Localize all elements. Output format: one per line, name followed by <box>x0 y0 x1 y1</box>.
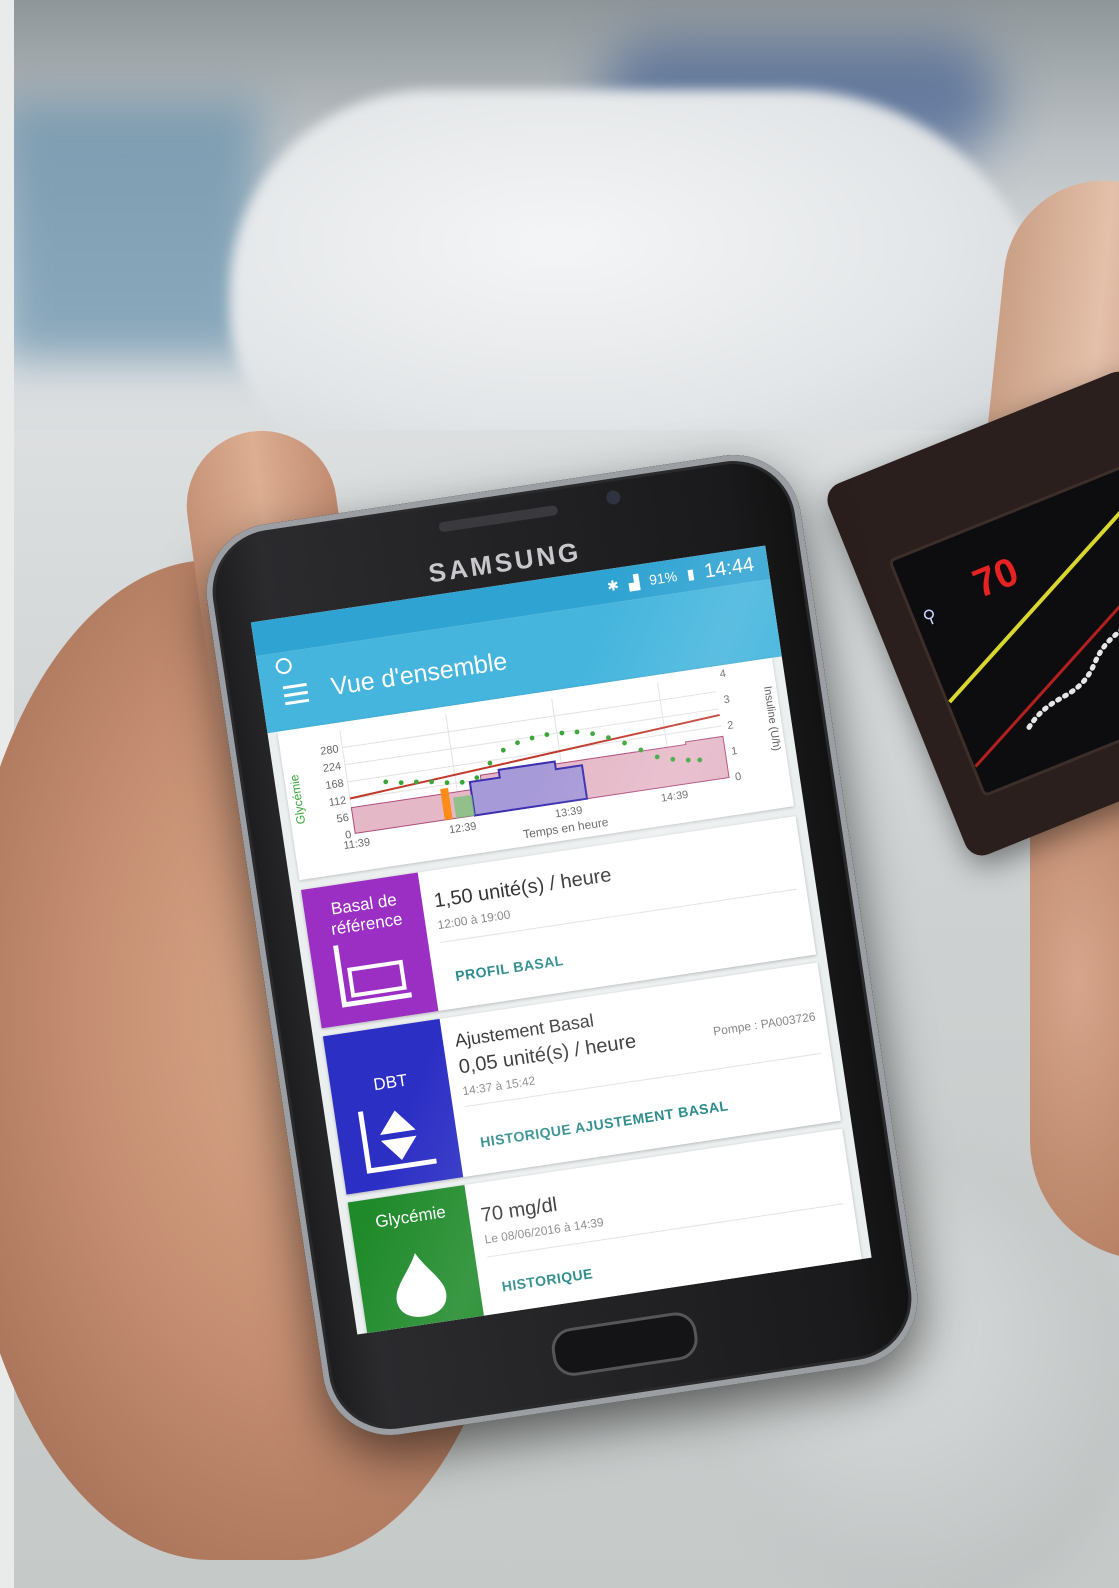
pillow <box>230 90 1050 470</box>
bluetooth-icon: ✱ <box>605 576 620 594</box>
y2-axis-label: Insuline (U/h) <box>761 685 783 751</box>
y2-tick-label: 4 <box>719 668 727 681</box>
dbt-tile-label: DBT <box>372 1070 409 1095</box>
glycemia-history-button[interactable]: HISTORIQUE <box>501 1265 594 1294</box>
pump-id: Pompe : PA003726 <box>712 1009 817 1039</box>
carb-bar <box>453 794 475 819</box>
battery-icon: ▮ <box>685 564 696 582</box>
x-tick-label: 12:39 <box>448 820 477 836</box>
phone-speaker <box>438 504 559 533</box>
y2-tick-label: 3 <box>723 694 731 707</box>
glucose-point <box>500 747 506 753</box>
glucose-point <box>398 780 404 786</box>
dbt-tile: DBT <box>322 1018 464 1195</box>
x-tick-label: 14:39 <box>660 789 689 805</box>
clock: 14:44 <box>702 553 756 583</box>
battery-level: 91% <box>648 568 679 589</box>
glucose-point <box>515 740 520 746</box>
glucose-point <box>544 732 550 737</box>
basal-profile-button[interactable]: PROFIL BASAL <box>454 952 564 984</box>
blood-drop-icon <box>396 1253 447 1317</box>
y-tick-label: 56 <box>336 812 350 826</box>
glucose-point <box>559 730 565 736</box>
home-button[interactable] <box>548 1309 701 1379</box>
phone-camera <box>605 489 622 506</box>
y-tick-label: 112 <box>328 795 347 809</box>
phone-screen: ✱ ▟ 91% ▮ 14:44 Vue d'ensemble 0 56 112 168… <box>250 545 872 1335</box>
x-tick-label: 11:39 <box>343 836 371 852</box>
signal-icon: ▟ <box>627 573 641 591</box>
y-tick-label: 280 <box>320 743 340 758</box>
hamburger-menu-icon[interactable] <box>282 682 310 706</box>
basal-rate: 1,50 unité(s) / heure <box>432 864 613 913</box>
basal-tile: Basal de référence <box>300 872 439 1029</box>
glucose-point <box>459 779 465 785</box>
glycemia-tile: Glycémie <box>347 1185 486 1335</box>
glucose-point <box>590 731 595 737</box>
y-tick-label: 224 <box>322 760 342 775</box>
background-blue-blur <box>0 100 260 360</box>
y-axis-label: Glycémie <box>287 773 308 825</box>
y2-tick-label: 1 <box>730 745 738 758</box>
y2-tick-label: 0 <box>734 771 742 784</box>
notification-icon <box>274 656 293 676</box>
dbt-adjust-icon <box>357 1110 437 1174</box>
pump-person-icon: ⚲ <box>919 604 940 629</box>
y-tick-label: 168 <box>325 778 345 793</box>
y2-tick-label: 2 <box>727 719 735 732</box>
basal-adjust-history-button[interactable]: HISTORIQUE AJUSTEMENT BASAL <box>479 1097 729 1150</box>
page-title: Vue d'ensemble <box>329 647 510 702</box>
glucose-point <box>383 779 389 785</box>
basal-chart-icon <box>333 945 413 1008</box>
glycemia-tile-label: Glycémie <box>374 1202 447 1232</box>
